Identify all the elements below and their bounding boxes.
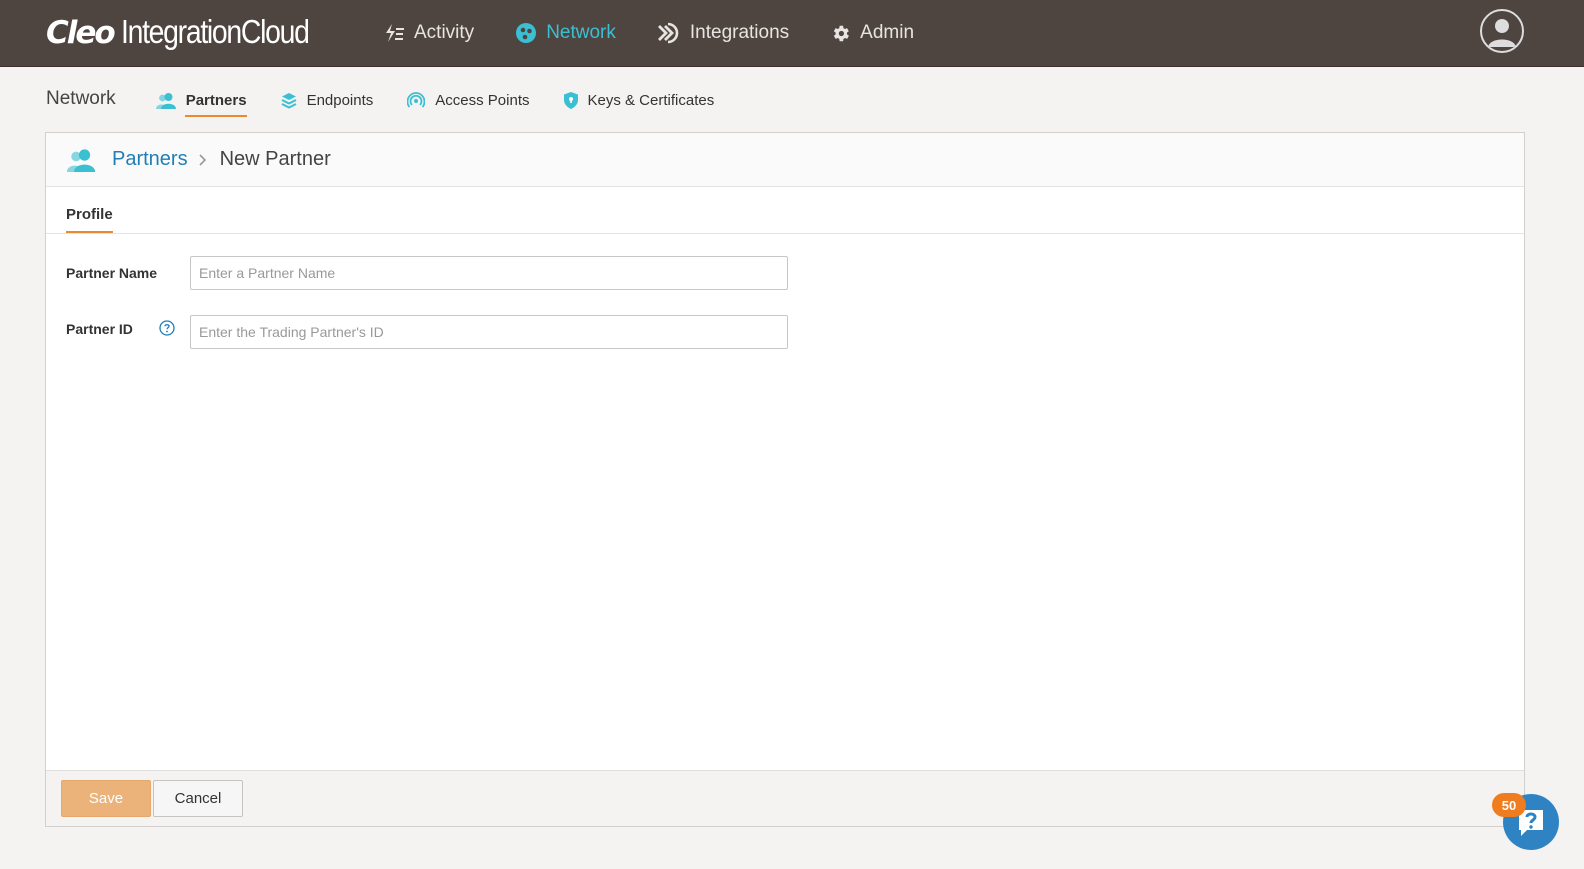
network-icon [516, 23, 537, 43]
nav-network[interactable]: Network [515, 22, 616, 44]
form-footer: Save Cancel [46, 770, 1524, 826]
activity-icon [386, 24, 404, 42]
nav-integrations[interactable]: Integrations [657, 22, 789, 44]
save-button[interactable]: Save [61, 780, 151, 817]
app-logo[interactable]: Cleo IntegrationCloud [46, 13, 339, 53]
profile-tabs: Profile [46, 188, 1524, 234]
tab-partners[interactable]: Partners [155, 81, 247, 119]
section-title: Network [46, 88, 116, 109]
tab-access-points[interactable]: Access Points [407, 81, 530, 119]
user-icon [1488, 19, 1516, 47]
signal-icon [407, 92, 426, 108]
main-nav: Activity Network Integrations Admin [383, 0, 955, 66]
shield-icon [563, 91, 578, 109]
partner-id-label: Partner ID [66, 321, 133, 337]
nav-activity[interactable]: Activity [383, 22, 474, 44]
partners-icon [66, 148, 96, 172]
cancel-button[interactable]: Cancel [153, 780, 243, 817]
logo-product: IntegrationCloud [120, 13, 310, 50]
user-avatar[interactable] [1480, 9, 1524, 53]
tab-partners-label: Partners [185, 91, 247, 109]
partner-id-input[interactable] [190, 315, 788, 349]
breadcrumb: Partners New Partner [46, 133, 1524, 187]
partner-name-label: Partner Name [66, 265, 158, 281]
tab-profile[interactable]: Profile [66, 206, 113, 233]
tab-access-points-label: Access Points [435, 91, 530, 109]
layers-icon [281, 92, 297, 109]
integrations-icon [657, 22, 679, 44]
help-notification-badge: 50 [1492, 793, 1526, 817]
tab-keys-certificates-label: Keys & Certificates [587, 91, 715, 109]
tab-endpoints-label: Endpoints [306, 91, 374, 109]
question-circle-icon[interactable] [159, 320, 175, 336]
new-partner-panel: Partners New Partner Profile Partner Nam… [45, 132, 1525, 827]
nav-admin[interactable]: Admin [830, 22, 914, 44]
tab-keys-certificates[interactable]: Keys & Certificates [563, 81, 715, 119]
nav-integrations-label: Integrations [689, 22, 790, 43]
partner-name-input[interactable] [190, 256, 788, 290]
nav-admin-label: Admin [860, 22, 915, 43]
logo-brand: Cleo [46, 15, 116, 51]
nav-activity-label: Activity [414, 22, 475, 43]
gear-icon [834, 25, 850, 41]
breadcrumb-partners-link[interactable]: Partners [112, 148, 188, 171]
top-bar: Cleo IntegrationCloud Activity Network I… [0, 0, 1584, 67]
page-title: New Partner [219, 148, 331, 170]
tab-endpoints[interactable]: Endpoints [281, 81, 374, 119]
partners-icon [155, 92, 176, 109]
chevron-right-icon [199, 153, 206, 166]
nav-network-label: Network [546, 22, 616, 43]
sub-nav: Network Partners Endpoints Access Points [46, 80, 748, 120]
